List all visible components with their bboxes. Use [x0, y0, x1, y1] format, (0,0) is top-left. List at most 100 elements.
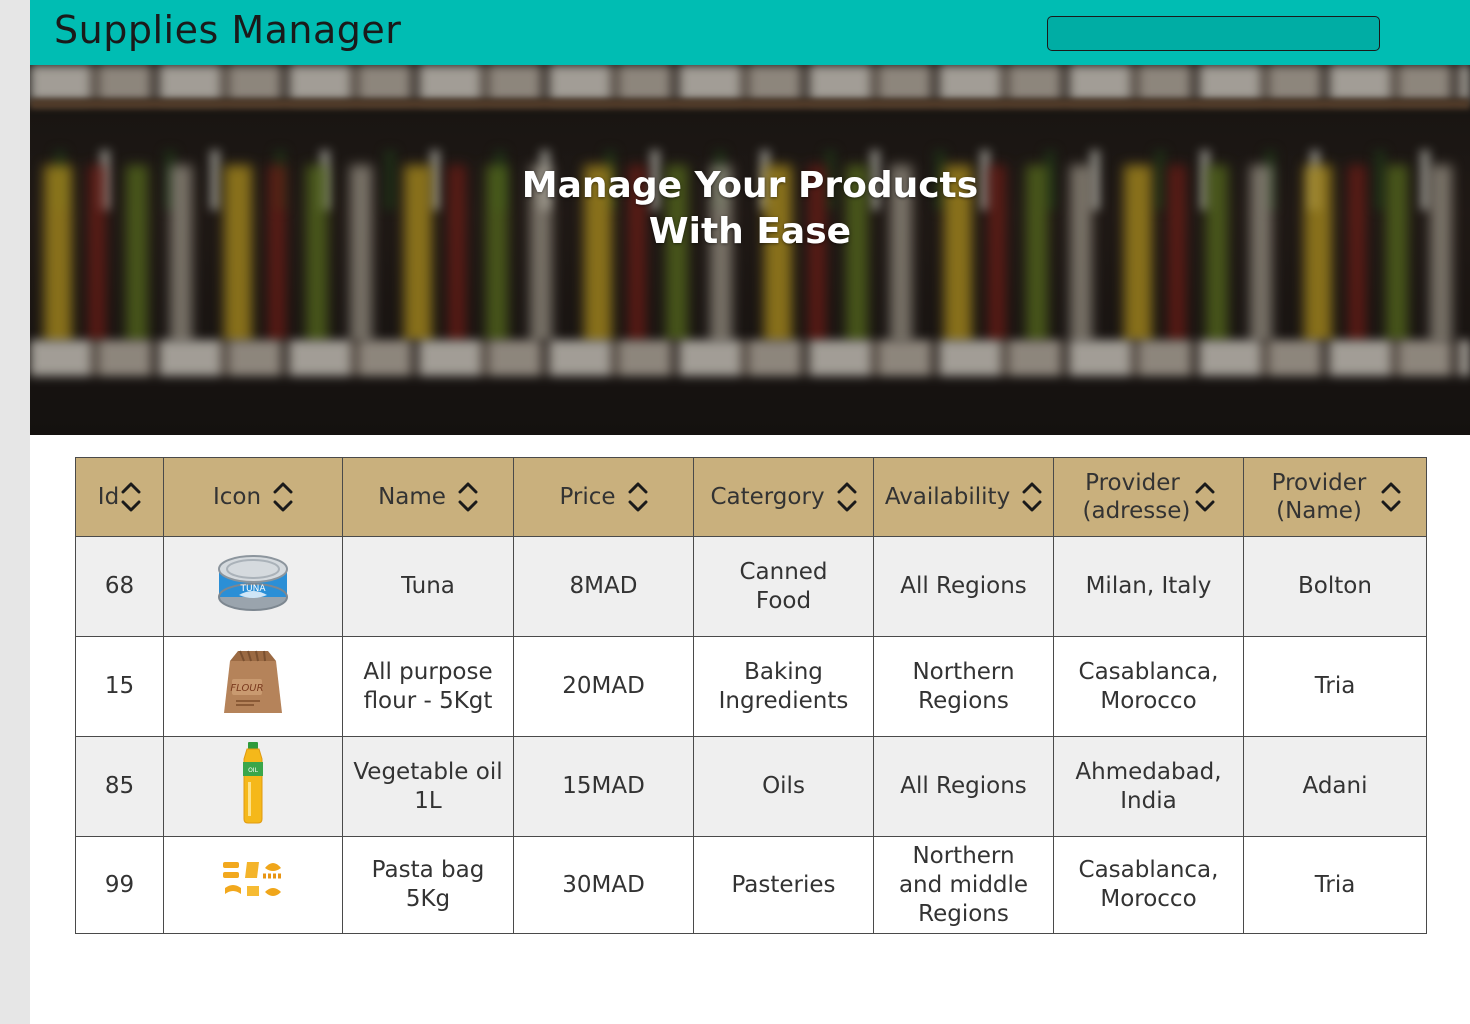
- availability-text: Northern Regions: [912, 658, 1015, 714]
- svg-text:FLOUR: FLOUR: [230, 683, 263, 694]
- svg-text:OIL: OIL: [248, 767, 258, 774]
- category-cell: Pasteries: [693, 836, 874, 934]
- table-row[interactable]: 99 Pasta bag 5Kg 30MAD Pasteries Northern an…: [75, 836, 1427, 934]
- table-row[interactable]: 85 OIL Vegetable oil 1L 15MAD Oils All Region…: [75, 736, 1427, 837]
- column-header-icon[interactable]: Icon: [163, 457, 343, 537]
- name-text: Vegetable oil 1L: [353, 758, 503, 814]
- provider-address-cell: Milan, Italy: [1053, 536, 1244, 637]
- column-header-label: Price: [559, 484, 616, 510]
- column-header-provider-name[interactable]: Provider (Name): [1243, 457, 1427, 537]
- column-header-price[interactable]: Price: [513, 457, 694, 537]
- name-text: Tuna: [401, 573, 455, 599]
- icon-cell: TUNA: [163, 536, 343, 637]
- hero-banner: Manage Your Products With Ease: [30, 65, 1470, 435]
- sort-icon[interactable]: [458, 482, 478, 512]
- provider-address-cell: Ahmedabad, India: [1053, 736, 1244, 837]
- provider-name-text: Adani: [1302, 773, 1368, 799]
- table-body: 68 TUNA Tuna 8MAD Canned Food All Regions Mila…: [75, 536, 1427, 934]
- provider-address-text: Milan, Italy: [1085, 573, 1212, 599]
- price-text: 20MAD: [562, 673, 645, 699]
- id-text: 85: [104, 773, 135, 799]
- pasta-icon: [221, 858, 285, 912]
- table-row[interactable]: 15 FLOUR All purpose flour - 5Kgt 20MAD Baki…: [75, 636, 1427, 737]
- provider-name-cell: Adani: [1243, 736, 1427, 837]
- icon-cell: [163, 836, 343, 934]
- category-cell: Oils: [693, 736, 874, 837]
- column-header-label: Icon: [212, 484, 262, 510]
- column-header-label: Id: [97, 484, 120, 510]
- price-cell: 15MAD: [513, 736, 694, 837]
- column-header-id[interactable]: Id: [75, 457, 164, 537]
- hero-title-line1: Manage Your Products: [521, 165, 979, 206]
- id-cell: 15: [75, 636, 164, 737]
- provider-name-text: Bolton: [1298, 573, 1372, 599]
- id-cell: 99: [75, 836, 164, 934]
- column-header-label: Provider (adresse): [1082, 470, 1191, 524]
- availability-cell: Northern Regions: [873, 636, 1054, 737]
- tuna-can-icon: TUNA: [217, 553, 289, 621]
- flour-bag-icon: FLOUR: [218, 647, 288, 727]
- availability-text: All Regions: [900, 773, 1027, 799]
- table-header-row: Id Icon Name Price Catergory Availability Prov…: [75, 457, 1427, 537]
- sort-icon[interactable]: [628, 482, 648, 512]
- availability-text: All Regions: [900, 573, 1027, 599]
- sort-icon[interactable]: [837, 482, 857, 512]
- hero-title: Manage Your Products With Ease: [30, 163, 1470, 255]
- availability-cell: Northern and middle Regions: [873, 836, 1054, 934]
- oil-bottle-icon: OIL: [238, 741, 268, 832]
- provider-address-cell: Casablanca, Morocco: [1053, 636, 1244, 737]
- id-text: 68: [104, 573, 135, 599]
- icon-cell: FLOUR: [163, 636, 343, 737]
- sort-icon[interactable]: [273, 482, 293, 512]
- icon-cell: OIL: [163, 736, 343, 837]
- search-input[interactable]: [1047, 16, 1380, 51]
- category-text: Baking Ingredients: [718, 658, 849, 714]
- sort-icon[interactable]: [121, 482, 141, 512]
- provider-address-cell: Casablanca, Morocco: [1053, 836, 1244, 934]
- availability-cell: All Regions: [873, 736, 1054, 837]
- column-header-label: Catergory: [710, 484, 825, 510]
- category-cell: Canned Food: [693, 536, 874, 637]
- price-cell: 30MAD: [513, 836, 694, 934]
- provider-name-cell: Tria: [1243, 836, 1427, 934]
- provider-name-cell: Tria: [1243, 636, 1427, 737]
- hero-title-line2: With Ease: [648, 211, 852, 252]
- availability-cell: All Regions: [873, 536, 1054, 637]
- name-cell: All purpose flour - 5Kgt: [342, 636, 514, 737]
- sort-icon[interactable]: [1195, 482, 1215, 512]
- column-header-provider-address[interactable]: Provider (adresse): [1053, 457, 1244, 537]
- left-gutter: [0, 0, 30, 1024]
- price-text: 15MAD: [562, 773, 645, 799]
- table-row[interactable]: 68 TUNA Tuna 8MAD Canned Food All Regions Mila…: [75, 536, 1427, 637]
- column-header-name[interactable]: Name: [342, 457, 514, 537]
- column-header-label: Name: [378, 484, 446, 510]
- category-text: Pasteries: [731, 871, 836, 898]
- column-header-category[interactable]: Catergory: [693, 457, 874, 537]
- price-text: 8MAD: [569, 573, 638, 599]
- sort-icon[interactable]: [1381, 482, 1401, 512]
- name-cell: Tuna: [342, 536, 514, 637]
- price-cell: 8MAD: [513, 536, 694, 637]
- availability-text: Northern and middle Regions: [898, 842, 1029, 927]
- name-text: Pasta bag 5Kg: [371, 857, 485, 912]
- app-title: Supplies Manager: [54, 8, 402, 52]
- column-header-availability[interactable]: Availability: [873, 457, 1054, 537]
- sort-icon[interactable]: [1022, 482, 1042, 512]
- top-bar: Supplies Manager: [30, 0, 1470, 65]
- id-text: 99: [104, 871, 135, 898]
- category-cell: Baking Ingredients: [693, 636, 874, 737]
- name-text: All purpose flour - 5Kgt: [363, 658, 493, 714]
- id-text: 15: [104, 673, 135, 699]
- column-header-label: Provider (Name): [1271, 470, 1367, 524]
- provider-name-cell: Bolton: [1243, 536, 1427, 637]
- id-cell: 68: [75, 536, 164, 637]
- name-cell: Vegetable oil 1L: [342, 736, 514, 837]
- category-text: Oils: [762, 773, 805, 799]
- provider-name-text: Tria: [1314, 871, 1356, 898]
- id-cell: 85: [75, 736, 164, 837]
- products-table: Id Icon Name Price Catergory Availability Prov…: [75, 457, 1427, 934]
- name-cell: Pasta bag 5Kg: [342, 836, 514, 934]
- provider-address-text: Casablanca, Morocco: [1078, 857, 1219, 912]
- price-cell: 20MAD: [513, 636, 694, 737]
- provider-name-text: Tria: [1314, 673, 1356, 699]
